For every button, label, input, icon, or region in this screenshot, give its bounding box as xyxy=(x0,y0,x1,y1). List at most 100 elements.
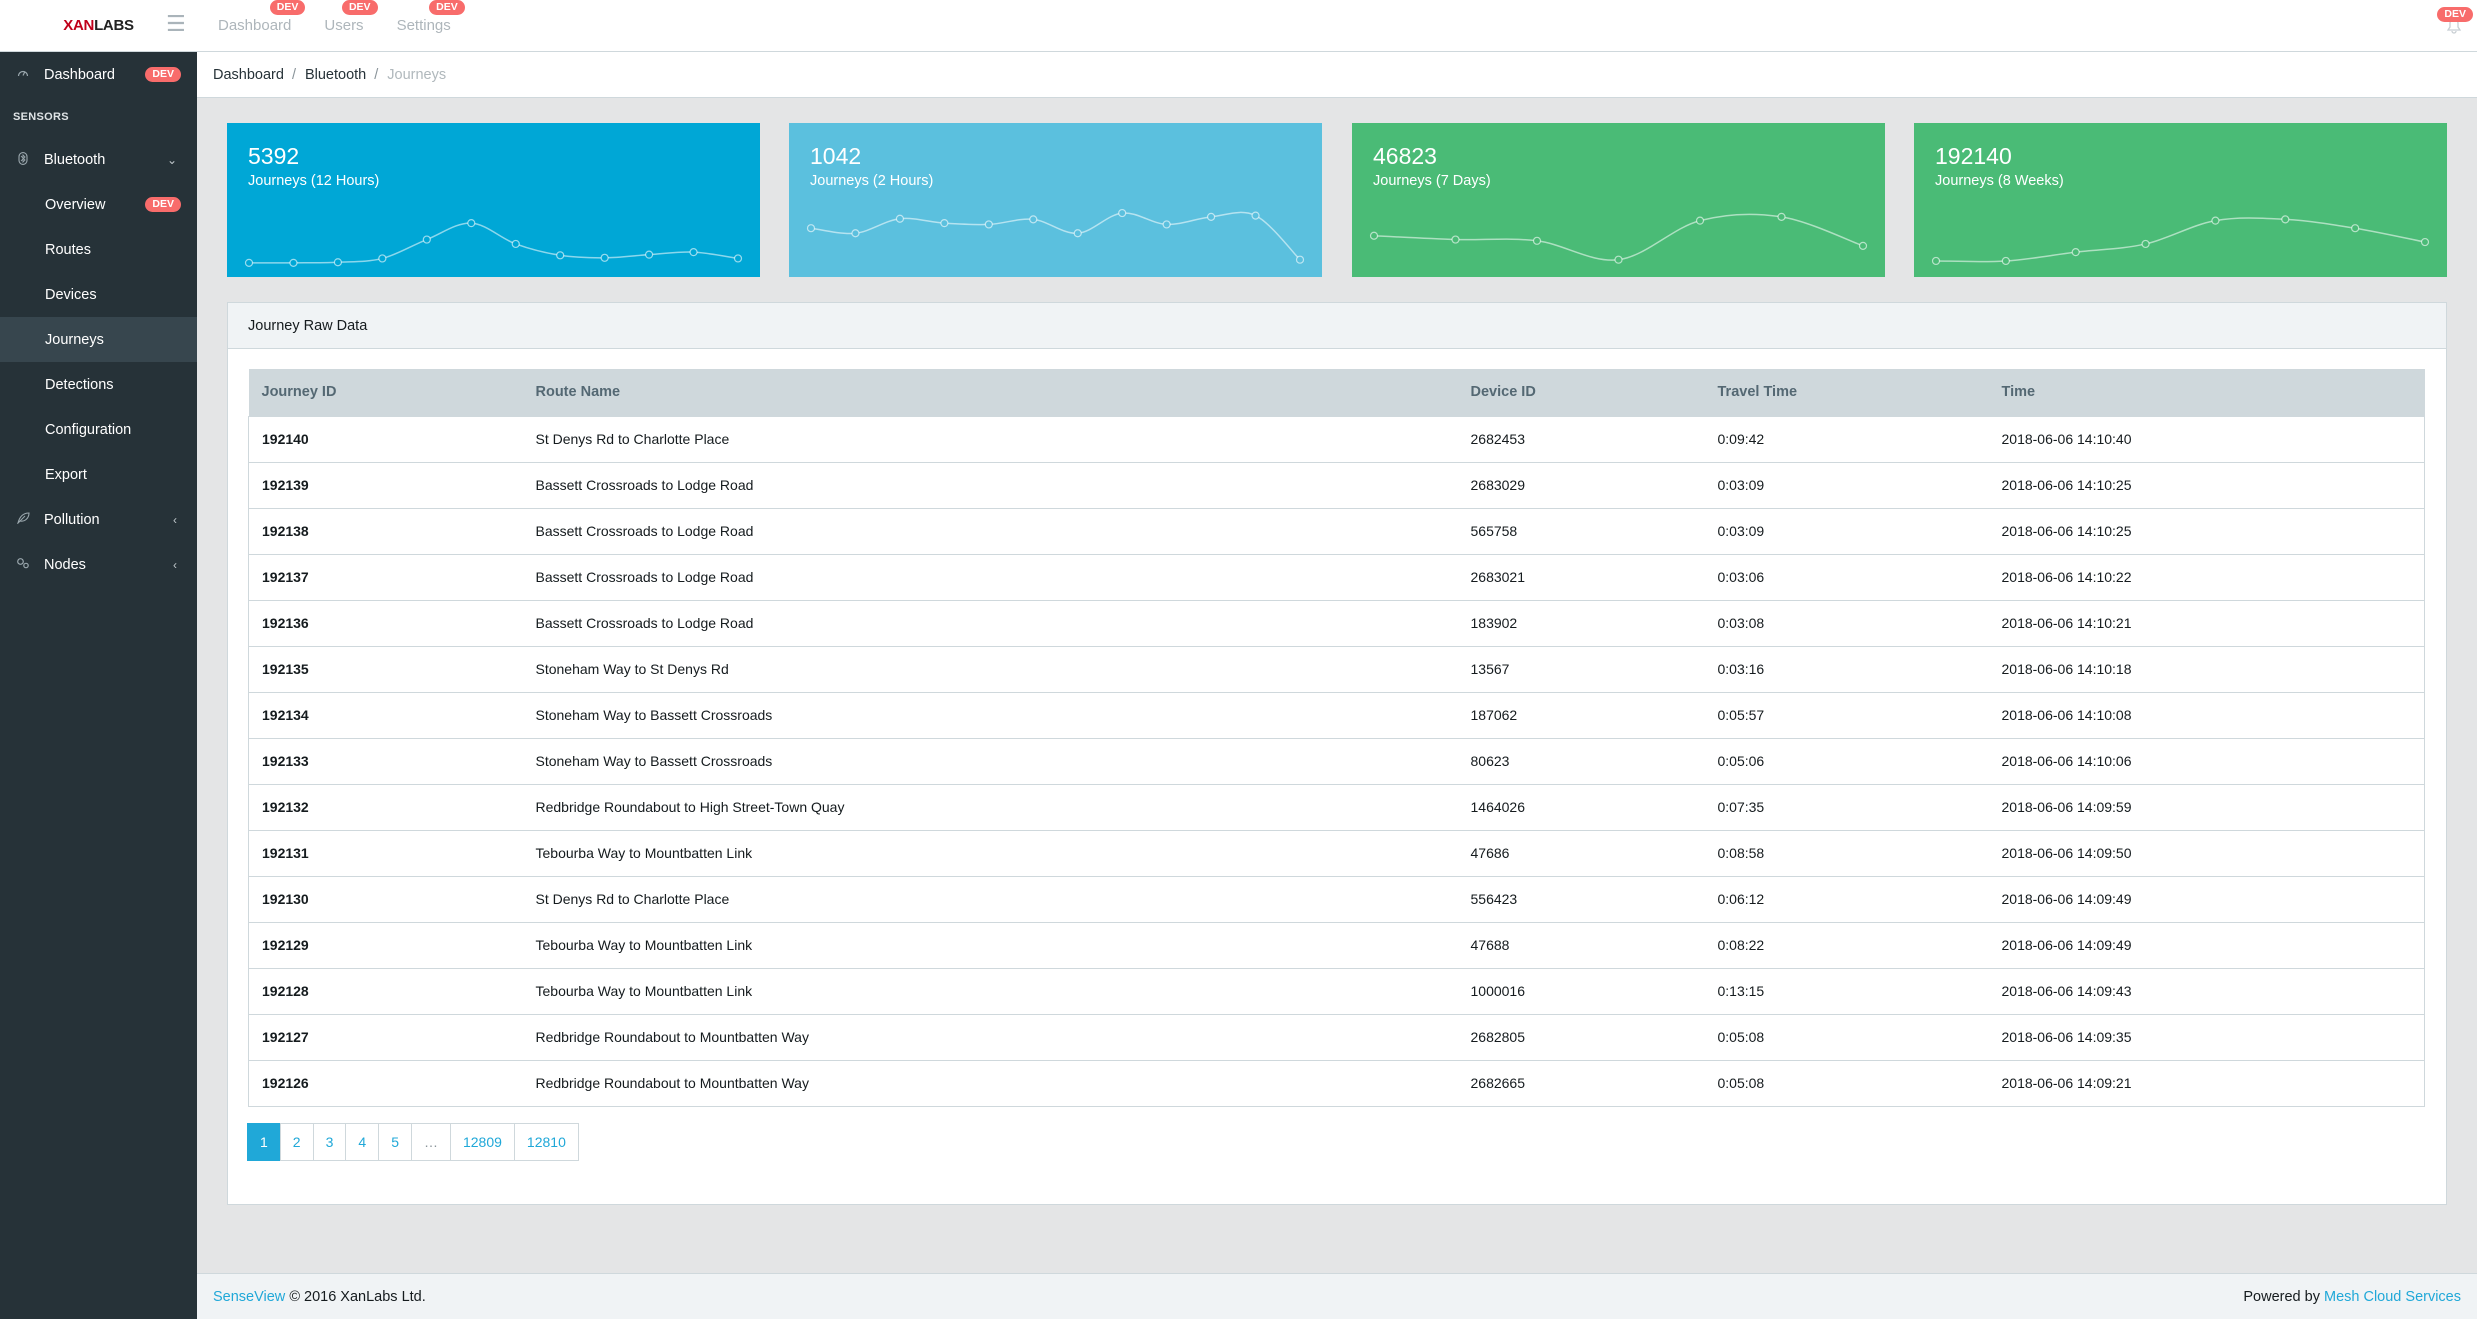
page-link-12810[interactable]: 12810 xyxy=(513,1123,579,1161)
route-name-cell: Tebourba Way to Mountbatten Link xyxy=(522,967,1458,1015)
top-nav-settings[interactable]: Settings DEV xyxy=(397,0,465,34)
top-nav-users[interactable]: Users DEV xyxy=(324,0,378,34)
table-row[interactable]: 192136 Bassett Crossroads to Lodge Road 18… xyxy=(248,599,2425,647)
sparkline-point xyxy=(689,248,698,257)
table-row[interactable]: 192129 Tebourba Way to Mountbatten Link 47… xyxy=(248,921,2425,969)
chevron-left-icon: ‹ xyxy=(173,512,177,527)
time-cell: 2018-06-06 14:10:18 xyxy=(1988,645,2425,693)
sparkline-point xyxy=(984,220,993,229)
app-header: XAN LABS ☰ Dashboard DEV Users DEV Settin… xyxy=(0,0,2477,52)
device-id-cell: 2683029 xyxy=(1457,461,1705,509)
mesh-cloud-link[interactable]: Mesh Cloud Services xyxy=(2324,1289,2461,1305)
column-header-journey-id[interactable]: Journey ID xyxy=(248,369,523,416)
time-cell: 2018-06-06 14:10:08 xyxy=(1988,691,2425,739)
table-row[interactable]: 192133 Stoneham Way to Bassett Crossroads… xyxy=(248,737,2425,785)
journeys-table: Journey ID Route Name Device ID Travel T… xyxy=(248,369,2425,1107)
table-body: 192140 St Denys Rd to Charlotte Place 2682… xyxy=(248,415,2425,1107)
sparkline-point xyxy=(2211,216,2220,225)
sidebar-item-pollution[interactable]: Pollution ‹ xyxy=(0,497,197,542)
column-header-route-name[interactable]: Route Name xyxy=(522,369,1458,416)
page-link-5[interactable]: 5 xyxy=(378,1123,412,1161)
sparkline xyxy=(1931,215,2430,266)
top-nav: Dashboard DEV Users DEV Settings DEV xyxy=(218,0,484,51)
sidebar-item-configuration[interactable]: Configuration xyxy=(0,407,197,452)
table-row[interactable]: 192131 Tebourba Way to Mountbatten Link 47… xyxy=(248,829,2425,877)
top-nav-dashboard[interactable]: Dashboard DEV xyxy=(218,0,306,34)
sidebar-item-journeys[interactable]: Journeys xyxy=(0,317,197,362)
time-cell: 2018-06-06 14:09:49 xyxy=(1988,921,2425,969)
sparkline-point xyxy=(733,254,743,263)
sidebar-item-detections[interactable]: Detections xyxy=(0,362,197,407)
copyright-text: © 2016 XanLabs Ltd. xyxy=(289,1288,426,1305)
sparkline-point xyxy=(1777,212,1786,221)
sidebar-item-export[interactable]: Export xyxy=(0,452,197,497)
table-row[interactable]: 192134 Stoneham Way to Bassett Crossroads… xyxy=(248,691,2425,739)
route-name-cell: Stoneham Way to Bassett Crossroads xyxy=(522,691,1458,739)
breadcrumb-dashboard[interactable]: Dashboard xyxy=(213,67,284,83)
sidebar: Dashboard DEV SENSORS Bluetooth ⌄ Overvi… xyxy=(0,52,197,1319)
sparkline-point xyxy=(1532,236,1542,245)
table-row[interactable]: 192139 Bassett Crossroads to Lodge Road 26… xyxy=(248,461,2425,509)
sidebar-item-dashboard[interactable]: Dashboard DEV xyxy=(0,52,197,97)
journey-id-cell: 192127 xyxy=(248,1013,523,1061)
dev-badge: DEV xyxy=(145,197,181,212)
time-cell: 2018-06-06 14:10:21 xyxy=(1988,599,2425,647)
device-id-cell: 80623 xyxy=(1457,737,1705,785)
journey-raw-data-card: Journey Raw Data Journey ID Route Name D… xyxy=(227,302,2447,1205)
table-row[interactable]: 192140 St Denys Rd to Charlotte Place 2682… xyxy=(248,415,2425,463)
sidebar-item-routes[interactable]: Routes xyxy=(0,227,197,272)
page-link-2[interactable]: 2 xyxy=(279,1123,314,1161)
time-cell: 2018-06-06 14:10:40 xyxy=(1988,415,2425,463)
sparkline-point xyxy=(467,219,476,228)
sparkline xyxy=(806,208,1305,264)
page-link-12809[interactable]: 12809 xyxy=(449,1123,515,1161)
sidebar-item-devices[interactable]: Devices xyxy=(0,272,197,317)
dev-badge: DEV xyxy=(145,67,181,82)
sidebar-item-label: Pollution xyxy=(44,511,100,528)
table-row[interactable]: 192138 Bassett Crossroads to Lodge Road 56… xyxy=(248,507,2425,555)
device-id-cell: 47686 xyxy=(1457,829,1705,877)
device-id-cell: 183902 xyxy=(1457,599,1705,647)
route-name-cell: Bassett Crossroads to Lodge Road xyxy=(522,599,1458,647)
sidebar-item-bluetooth[interactable]: Bluetooth ⌄ xyxy=(0,137,197,182)
page-link-1[interactable]: 1 xyxy=(247,1123,281,1161)
page-link-3[interactable]: 3 xyxy=(312,1123,347,1161)
bell-icon[interactable]: DEV xyxy=(2437,7,2473,39)
hamburger-icon[interactable]: ☰ xyxy=(166,11,188,37)
table-header-row: Journey ID Route Name Device ID Travel T… xyxy=(248,369,2425,416)
senseview-link[interactable]: SenseView xyxy=(213,1289,285,1305)
sparkline-point xyxy=(1206,212,1216,221)
device-id-cell: 187062 xyxy=(1457,691,1705,739)
sidebar-section-title: SENSORS xyxy=(13,111,69,123)
device-id-cell: 2682665 xyxy=(1457,1059,1705,1107)
sidebar-item-label: Configuration xyxy=(45,421,132,438)
column-header-device-id[interactable]: Device ID xyxy=(1457,369,1705,416)
sparkline-point xyxy=(378,254,387,263)
sidebar-item-nodes[interactable]: Nodes ‹ xyxy=(0,542,197,587)
time-cell: 2018-06-06 14:09:50 xyxy=(1988,829,2425,877)
sidebar-item-label: Detections xyxy=(45,376,114,393)
column-header-time[interactable]: Time xyxy=(1988,369,2425,416)
chevron-down-icon: ⌄ xyxy=(166,152,177,167)
table-row[interactable]: 192135 Stoneham Way to St Denys Rd 13567 0:… xyxy=(248,645,2425,693)
page-ellipsis: … xyxy=(410,1123,451,1161)
stat-card-12-hours: 5392 Journeys (12 Hours) xyxy=(227,123,760,277)
table-row[interactable]: 192128 Tebourba Way to Mountbatten Link 10… xyxy=(248,967,2425,1015)
footer: SenseView © 2016 XanLabs Ltd. Powered by… xyxy=(197,1273,2477,1319)
route-name-cell: Bassett Crossroads to Lodge Road xyxy=(522,507,1458,555)
journey-id-cell: 192140 xyxy=(248,415,523,463)
breadcrumb-bluetooth[interactable]: Bluetooth xyxy=(305,67,366,83)
sparkline-point xyxy=(289,258,298,267)
table-row[interactable]: 192137 Bassett Crossroads to Lodge Road 26… xyxy=(248,553,2425,601)
column-header-travel-time[interactable]: Travel Time xyxy=(1704,369,1989,416)
sparkline xyxy=(244,219,743,267)
table-row[interactable]: 192126 Redbridge Roundabout to Mountbatte… xyxy=(248,1059,2425,1107)
sidebar-item-overview[interactable]: Overview DEV xyxy=(0,182,197,227)
table-row[interactable]: 192127 Redbridge Roundabout to Mountbatte… xyxy=(248,1013,2425,1061)
time-cell: 2018-06-06 14:09:35 xyxy=(1988,1013,2425,1061)
page-link-4[interactable]: 4 xyxy=(345,1123,380,1161)
leaf-icon xyxy=(16,512,30,527)
top-nav-label: Dashboard xyxy=(218,17,292,34)
table-row[interactable]: 192130 St Denys Rd to Charlotte Place 5564… xyxy=(248,875,2425,923)
table-row[interactable]: 192132 Redbridge Roundabout to High Stree… xyxy=(248,783,2425,831)
